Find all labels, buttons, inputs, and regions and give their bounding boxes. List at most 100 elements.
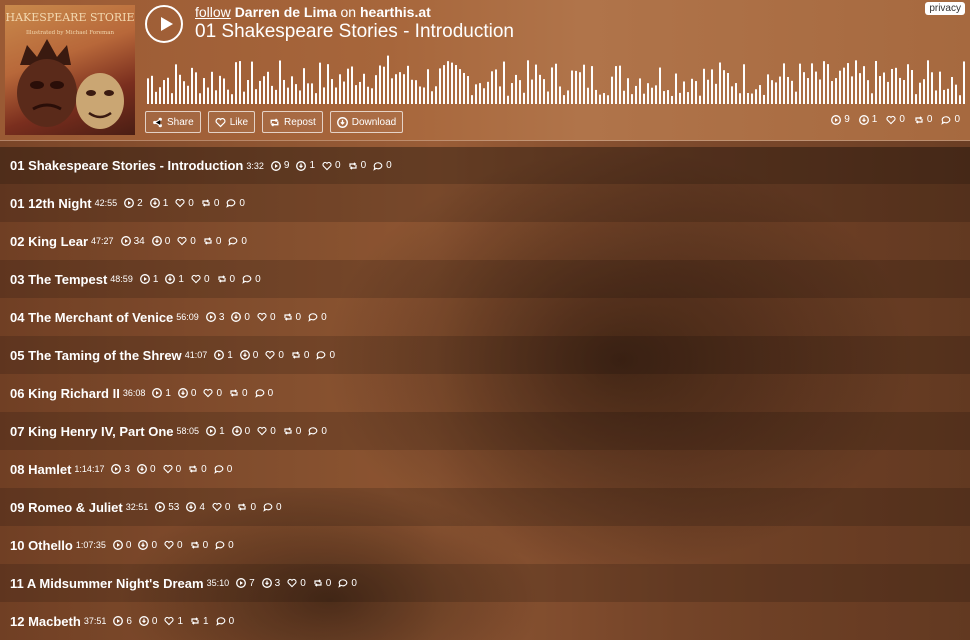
waveform-bar xyxy=(627,78,629,104)
track-row-title[interactable]: 08 Hamlet xyxy=(10,462,71,477)
track-row[interactable]: 05 The Taming of the Shrew 41:07 1 0 0 0 0 xyxy=(0,336,970,374)
track-row[interactable]: 02 King Lear 47:27 34 0 0 0 0 xyxy=(0,222,970,260)
track-reposts-stat: 0 xyxy=(283,312,301,323)
waveform-bar xyxy=(191,67,193,104)
share-button[interactable]: Share xyxy=(145,111,201,133)
waveform-bar xyxy=(383,66,385,104)
privacy-badge[interactable]: privacy xyxy=(925,2,965,15)
track-row[interactable]: 04 The Merchant of Venice 56:09 3 0 0 0 0 xyxy=(0,298,970,336)
download-button[interactable]: Download xyxy=(329,111,404,133)
repost-label: Repost xyxy=(284,116,316,128)
track-plays-count: 1 xyxy=(152,273,159,285)
waveform-bar xyxy=(235,62,237,104)
track-row-title[interactable]: 09 Romeo & Juliet xyxy=(10,500,123,515)
track-row[interactable]: 08 Hamlet 1:14:17 3 0 0 0 0 xyxy=(0,450,970,488)
track-row[interactable]: 10 Othello 1:07:35 0 0 0 0 0 xyxy=(0,526,970,564)
track-likes-stat: 0 xyxy=(257,426,276,437)
heart-icon xyxy=(191,274,201,284)
track-plays-count: 7 xyxy=(249,577,255,589)
track-row[interactable]: 12 Macbeth 37:51 6 0 1 1 0 xyxy=(0,602,970,640)
track-row[interactable]: 03 The Tempest 48:59 1 1 0 0 0 xyxy=(0,260,970,298)
track-likes-stat: 0 xyxy=(164,540,183,551)
track-row-title[interactable]: 02 King Lear xyxy=(10,234,88,249)
track-downloads-count: 0 xyxy=(150,463,156,475)
track-likes-count: 0 xyxy=(300,577,306,589)
on-label: on xyxy=(340,4,357,20)
track-likes-count: 0 xyxy=(175,463,182,475)
track-row-title[interactable]: 04 The Merchant of Venice xyxy=(10,310,173,325)
track-row-title[interactable]: 05 The Taming of the Shrew xyxy=(10,348,182,363)
waveform-bar xyxy=(603,93,605,104)
track-plays-stat: 1 xyxy=(140,273,159,285)
site-link[interactable]: hearthis.at xyxy=(360,4,431,20)
track-row-duration: 41:07 xyxy=(184,350,208,360)
track-row-duration: 1:07:35 xyxy=(75,540,106,550)
comment-icon xyxy=(316,350,326,360)
waveform-bar xyxy=(579,72,581,104)
track-plays-stat: 9 xyxy=(271,160,289,171)
waveform-bar xyxy=(763,94,765,104)
waveform-bar xyxy=(547,91,549,104)
track-comments-stat: 0 xyxy=(214,464,232,475)
track-row-title[interactable]: 06 King Richard II xyxy=(10,386,120,401)
track-comments-stat: 0 xyxy=(228,236,247,247)
track-reposts-count: 0 xyxy=(202,539,209,551)
track-row[interactable]: 11 A Midsummer Night's Dream 35:10 7 3 0 0 0 xyxy=(0,564,970,602)
track-row[interactable]: 01 Shakespeare Stories - Introduction 3:3… xyxy=(0,147,970,184)
waveform[interactable] xyxy=(147,52,965,104)
repost-button[interactable]: Repost xyxy=(262,111,323,133)
waveform-bar xyxy=(403,74,405,104)
album-cover[interactable]: SHAKESPEARE STORIES Illustrated by Micha… xyxy=(5,5,135,135)
track-downloads-stat: 0 xyxy=(139,616,157,627)
repost-icon xyxy=(348,161,358,171)
waveform-bar xyxy=(619,65,621,104)
waveform-bar xyxy=(927,60,929,104)
track-row[interactable]: 07 King Henry IV, Part One 58:05 1 0 0 0 0 xyxy=(0,412,970,450)
downloads-count: 1 xyxy=(871,114,878,125)
waveform-bar xyxy=(275,89,277,104)
track-row-title[interactable]: 01 Shakespeare Stories - Introduction xyxy=(10,158,243,173)
waveform-bar xyxy=(379,65,381,104)
like-label: Like xyxy=(229,116,249,128)
track-reposts-stat: 0 xyxy=(283,426,301,437)
waveform-bar xyxy=(823,61,825,104)
heart-icon xyxy=(164,540,174,550)
download-icon xyxy=(859,115,869,125)
waveform-bar xyxy=(203,78,205,104)
like-button[interactable]: Like xyxy=(207,111,256,133)
play-button[interactable] xyxy=(145,5,183,43)
waveform-bar xyxy=(551,67,553,104)
track-reposts-stat: 1 xyxy=(190,616,209,627)
waveform-bar xyxy=(331,79,333,104)
track-plays-count: 1 xyxy=(227,349,233,361)
track-row-title[interactable]: 01 12th Night xyxy=(10,196,92,211)
waveform-bar xyxy=(243,91,245,104)
track-row-title[interactable]: 12 Macbeth xyxy=(10,614,81,629)
track-row-duration: 48:59 xyxy=(110,274,133,284)
heart-icon xyxy=(203,388,213,398)
track-row[interactable]: 01 12th Night 42:55 2 1 0 0 0 xyxy=(0,184,970,222)
track-row[interactable]: 06 King Richard II 36:08 1 0 0 0 0 xyxy=(0,374,970,412)
waveform-bar xyxy=(891,68,893,104)
waveform-bar xyxy=(555,63,557,104)
waveform-bar xyxy=(839,70,841,104)
track-row-title[interactable]: 10 Othello xyxy=(10,538,73,553)
heart-icon xyxy=(215,117,226,128)
track-comments-stat: 0 xyxy=(316,350,335,361)
play-icon xyxy=(152,388,162,398)
waveform-bar xyxy=(659,67,661,104)
artist-link[interactable]: Darren de Lima xyxy=(235,4,337,20)
heart-icon xyxy=(265,350,275,360)
waveform-bar xyxy=(919,82,921,104)
track-row-title[interactable]: 03 The Tempest xyxy=(10,272,107,287)
waveform-bar xyxy=(367,86,369,104)
track-row[interactable]: 09 Romeo & Juliet 32:51 53 4 0 0 0 xyxy=(0,488,970,526)
waveform-bar xyxy=(183,81,185,104)
track-row-title[interactable]: 07 King Henry IV, Part One xyxy=(10,424,174,439)
follow-link[interactable]: follow xyxy=(195,4,231,20)
track-reposts-stat: 0 xyxy=(188,464,207,475)
waveform-bar xyxy=(899,77,901,104)
track-row-title[interactable]: 11 A Midsummer Night's Dream xyxy=(10,576,204,591)
track-downloads-stat: 0 xyxy=(152,236,170,247)
track-comments-count: 0 xyxy=(321,425,327,437)
